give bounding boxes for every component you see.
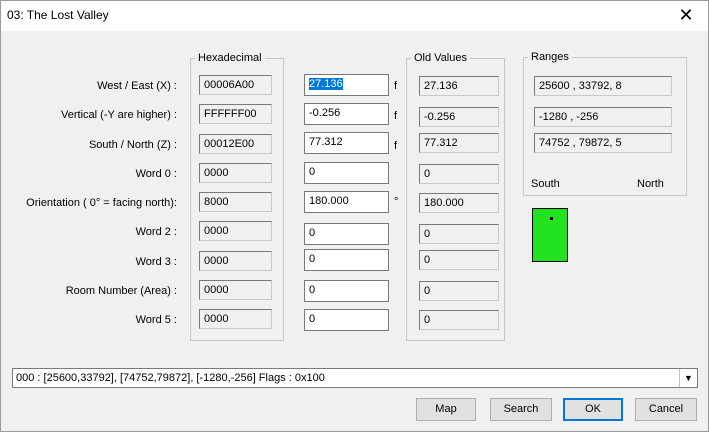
dialog-window: 03: The Lost Valley ✕ Hexadecimal Old Va… <box>0 0 709 432</box>
range-south-label: South <box>531 178 560 190</box>
hex-field-word3: 0000 <box>199 251 272 271</box>
hex-field-z: 00012E00 <box>199 134 272 154</box>
label-word-5: Word 5 : <box>135 314 177 326</box>
hex-field-word0: 0000 <box>199 163 272 183</box>
cancel-button[interactable]: Cancel <box>635 398 697 421</box>
value-input-word2[interactable]: 0 <box>304 223 389 245</box>
value-input-word5[interactable]: 0 <box>304 309 389 331</box>
old-value-word3: 0 <box>419 250 499 270</box>
unit-orientation: ° <box>394 196 399 208</box>
value-input-room[interactable]: 0 <box>304 280 389 302</box>
close-icon[interactable]: ✕ <box>664 1 708 31</box>
value-input-x[interactable]: 27.136 <box>304 74 389 96</box>
value-input-word3[interactable]: 0 <box>304 249 389 271</box>
range-north-label: North <box>637 178 664 190</box>
old-value-room: 0 <box>419 281 499 301</box>
hex-field-word2: 0000 <box>199 221 272 241</box>
position-marker-icon <box>550 217 553 220</box>
label-vertical: Vertical (-Y are higher) : <box>61 109 177 121</box>
unit-x: f <box>394 80 398 92</box>
range-x: 25600 , 33792, 8 <box>534 76 672 96</box>
label-orientation: Orientation ( 0° = facing north): <box>26 197 177 209</box>
old-value-y: -0.256 <box>419 107 499 127</box>
hex-field-word5: 0000 <box>199 309 272 329</box>
hex-field-y: FFFFFF00 <box>199 104 272 124</box>
map-button[interactable]: Map <box>416 398 476 421</box>
hex-field-orientation: 8000 <box>199 192 272 212</box>
hex-field-x: 00006A00 <box>199 75 272 95</box>
old-value-word2: 0 <box>419 224 499 244</box>
label-word-2: Word 2 : <box>135 226 177 238</box>
range-y: -1280 , -256 <box>534 107 672 127</box>
location-combo[interactable]: 000 : [25600,33792], [74752,79872], [-12… <box>12 368 698 388</box>
ranges-group-title: Ranges <box>528 51 572 63</box>
search-button[interactable]: Search <box>490 398 552 421</box>
hex-field-room: 0000 <box>199 280 272 300</box>
label-south-north: South / North (Z) : <box>88 139 177 151</box>
label-word-3: Word 3 : <box>135 256 177 268</box>
old-value-x: 27.136 <box>419 76 499 96</box>
window-title: 03: The Lost Valley <box>7 8 109 22</box>
value-input-z[interactable]: 77.312 <box>304 132 389 154</box>
ok-button[interactable]: OK <box>563 398 623 421</box>
minimap[interactable] <box>532 208 568 262</box>
location-combo-value: 000 : [25600,33792], [74752,79872], [-12… <box>16 372 325 384</box>
value-input-x-text: 27.136 <box>309 78 343 90</box>
old-value-word0: 0 <box>419 164 499 184</box>
value-input-y[interactable]: -0.256 <box>304 103 389 125</box>
old-value-z: 77.312 <box>419 133 499 153</box>
hexadecimal-group-title: Hexadecimal <box>195 52 265 64</box>
value-input-orientation[interactable]: 180.000 <box>304 191 389 213</box>
value-input-word0[interactable]: 0 <box>304 162 389 184</box>
chevron-down-icon[interactable]: ▼ <box>679 369 697 387</box>
old-value-word5: 0 <box>419 310 499 330</box>
label-room-number: Room Number (Area) : <box>65 285 177 297</box>
range-z: 74752 , 79872, 5 <box>534 133 672 153</box>
old-values-group-title: Old Values <box>411 52 470 64</box>
title-bar: 03: The Lost Valley ✕ <box>1 1 708 31</box>
unit-y: f <box>394 110 398 122</box>
unit-z: f <box>394 140 398 152</box>
label-west-east: West / East (X) : <box>97 80 177 92</box>
old-value-orientation: 180.000 <box>419 193 499 213</box>
label-word-0: Word 0 : <box>135 168 177 180</box>
